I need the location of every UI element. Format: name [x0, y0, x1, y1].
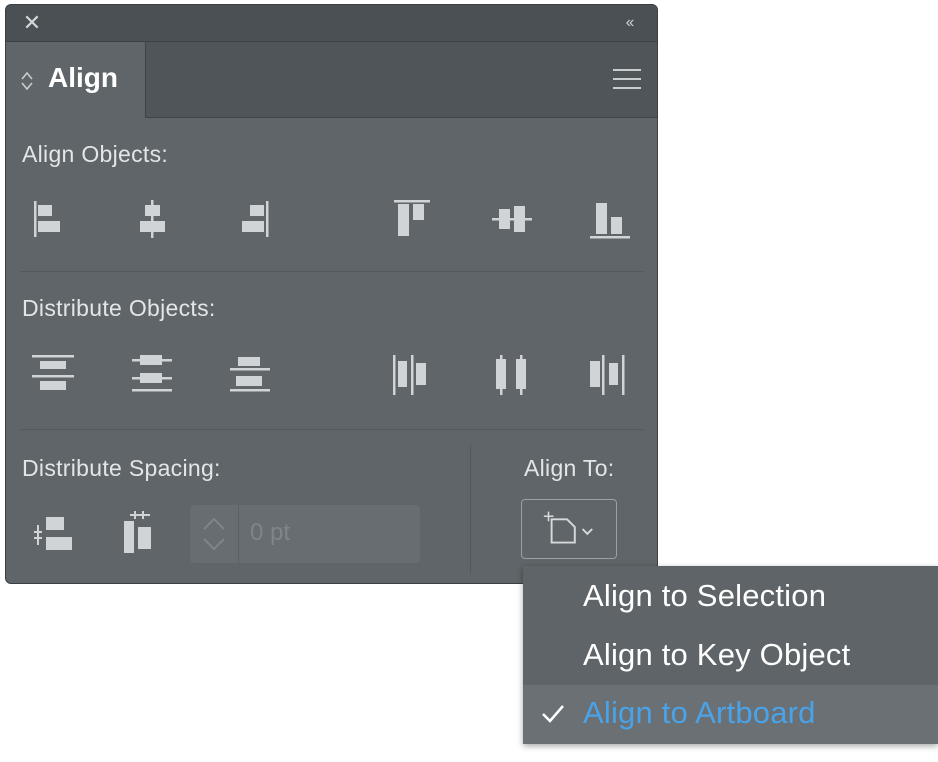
- panel-titlebar: ✕ ‹‹: [6, 5, 657, 42]
- menu-item-label: Align to Key Object: [583, 637, 851, 672]
- expand-collapse-icon[interactable]: [20, 69, 34, 93]
- spacing-value: 0 pt: [250, 519, 291, 546]
- vertical-distribute-space-icon[interactable]: [26, 507, 82, 563]
- horizontal-align-center-icon[interactable]: [124, 191, 180, 247]
- divider: [20, 429, 643, 430]
- artboard-icon: [543, 511, 593, 544]
- close-icon[interactable]: ✕: [20, 11, 44, 35]
- spacing-input[interactable]: 0 pt: [190, 505, 420, 563]
- checkmark-icon: [542, 705, 564, 723]
- vertical-align-top-icon[interactable]: [384, 191, 440, 247]
- distribute-objects-label: Distribute Objects:: [22, 295, 216, 321]
- horizontal-align-left-icon[interactable]: [22, 191, 78, 247]
- menu-item-label: Align to Selection: [583, 578, 827, 613]
- horizontal-align-right-icon[interactable]: [224, 191, 280, 247]
- collapse-icon[interactable]: ‹‹: [617, 11, 641, 35]
- align-to-menu: Align to Selection Align to Key Object A…: [523, 566, 938, 744]
- horizontal-distribute-center-icon[interactable]: [484, 347, 540, 403]
- align-to-label: Align To:: [524, 455, 615, 481]
- divider: [470, 445, 471, 573]
- horizontal-distribute-space-icon[interactable]: [114, 507, 170, 563]
- align-to-dropdown-button[interactable]: [521, 499, 617, 559]
- menu-item-label: Align to Artboard: [583, 695, 816, 730]
- menu-item-align-to-selection[interactable]: Align to Selection: [523, 568, 938, 627]
- vertical-align-bottom-icon[interactable]: [582, 191, 638, 247]
- distribute-spacing-label: Distribute Spacing:: [22, 455, 221, 481]
- vertical-distribute-bottom-icon[interactable]: [222, 347, 278, 403]
- vertical-distribute-top-icon[interactable]: [26, 347, 82, 403]
- align-panel: ✕ ‹‹ Align Align Objects: Distribute Obj…: [5, 4, 658, 584]
- menu-item-align-to-key-object[interactable]: Align to Key Object: [523, 627, 938, 686]
- horizontal-distribute-left-icon[interactable]: [384, 347, 440, 403]
- tab-align[interactable]: Align: [6, 42, 146, 118]
- vertical-distribute-center-icon[interactable]: [124, 347, 180, 403]
- horizontal-distribute-right-icon[interactable]: [582, 347, 638, 403]
- spacing-stepper[interactable]: [190, 505, 239, 563]
- menu-item-align-to-artboard[interactable]: Align to Artboard: [523, 685, 938, 744]
- panel-menu-icon[interactable]: [613, 69, 641, 91]
- tab-row: Align: [6, 42, 657, 118]
- tab-label: Align: [48, 62, 118, 93]
- align-objects-label: Align Objects:: [22, 141, 169, 167]
- vertical-align-center-icon[interactable]: [484, 191, 540, 247]
- divider: [20, 271, 643, 272]
